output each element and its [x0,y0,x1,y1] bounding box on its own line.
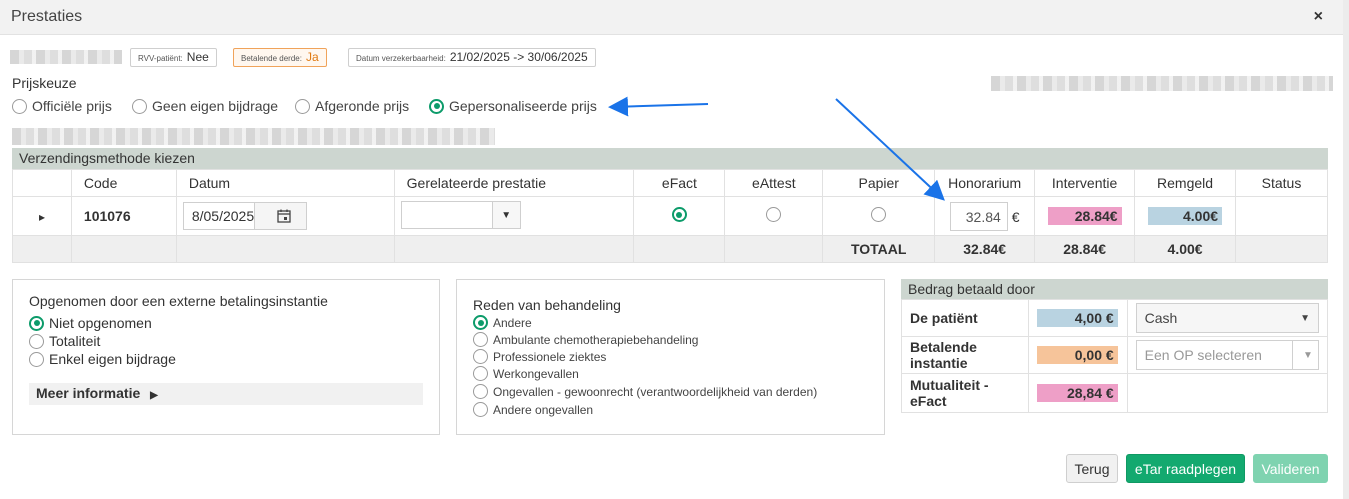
honorarium-input[interactable]: 32.84 [949,201,1008,231]
radio-andere[interactable]: Andere [473,315,532,330]
radio-ongevallen-gewoonrecht[interactable]: Ongevallen - gewoonrecht (verantwoordeli… [473,384,817,399]
terug-button[interactable]: Terug [1066,454,1118,483]
col-gerelateerde: Gerelateerde prestatie [393,169,635,197]
radio-eattest[interactable] [766,207,782,222]
radio-icon[interactable] [29,351,44,367]
radio-icon[interactable] [473,384,488,399]
col-interventie: Interventie [1034,169,1136,197]
arrow-to-gepersonaliseerde [608,96,709,117]
bedrag-row-mutualiteit: Mutualiteit - eFact 28,84 € [901,373,1329,413]
chevron-down-icon[interactable]: ▼ [1300,313,1310,324]
row-status [1235,196,1328,236]
close-icon[interactable]: × [1314,8,1323,26]
dialog-titlebar: Prestaties × [0,0,1343,35]
totaal-honorarium: 32.84€ [934,235,1036,263]
radio-geen-eigen-bijdrage[interactable]: Geen eigen bijdrage [132,98,278,114]
radio-niet-opgenomen[interactable]: Niet opgenomen [29,315,152,331]
chip-rvv-patient: RVV-patiënt: Nee [130,48,217,67]
radio-gepersonaliseerde-prijs[interactable]: Gepersonaliseerde prijs [429,98,597,114]
expand-row-icon[interactable]: ▸ [39,210,45,224]
totaal-label: TOTAAL [822,235,936,263]
chevron-down-icon[interactable]: ▼ [1292,341,1318,369]
col-status: Status [1235,169,1328,197]
radio-efact[interactable] [671,207,687,222]
col-code: Code [70,169,177,197]
col-expand [12,169,72,197]
scrollbar[interactable] [1343,0,1349,499]
redacted-info-right [991,76,1333,91]
bedrag-table: De patiënt 4,00 € Cash ▼ Betalende instan… [901,299,1329,413]
prijskeuze-label: Prijskeuze [12,75,77,91]
radio-officiele-prijs[interactable]: Officiële prijs [12,98,112,114]
bedrag-row-patient: De patiënt 4,00 € Cash ▼ [901,299,1329,337]
radio-icon[interactable] [473,402,488,417]
bedrag-label: De patiënt [901,299,1029,337]
opgenomen-title: Opgenomen door een externe betalingsinst… [29,293,328,309]
bedrag-amount: 28,84 € [1036,384,1118,402]
radio-icon[interactable] [473,366,488,381]
interventie-value: 28.84€ [1047,207,1122,225]
calendar-icon[interactable] [254,203,306,229]
remgeld-value: 4.00€ [1148,207,1223,225]
totaal-remgeld: 4.00€ [1134,235,1237,263]
col-honorarium: Honorarium [934,169,1036,197]
chip-betalende-derde: Betalende derde: Ja [233,48,327,67]
op-select[interactable]: Een OP selecteren ▼ [1135,340,1319,370]
valideren-button[interactable]: Valideren [1253,454,1328,483]
verzending-header: Verzendingsmethode kiezen [12,148,1328,169]
row-code: 101076 [70,196,177,236]
radio-werkongevallen[interactable]: Werkongevallen [473,366,579,381]
bedrag-header: Bedrag betaald door [901,279,1328,299]
table-row: ▸ 101076 8/05/2025 ▼ 32.84 € 28.84€ 4.00… [12,196,1328,236]
col-remgeld: Remgeld [1134,169,1237,197]
radio-icon[interactable] [295,98,310,114]
table-header-row: Code Datum Gerelateerde prestatie eFact … [12,169,1328,197]
redacted-info-line [12,128,495,145]
chevron-down-icon[interactable]: ▼ [491,202,520,228]
radio-papier[interactable] [871,207,887,222]
bedrag-label: Betalende instantie [901,336,1029,374]
currency-label: € [1011,208,1020,225]
prestaties-table: Code Datum Gerelateerde prestatie eFact … [12,169,1328,263]
radio-selected-icon[interactable] [429,98,444,114]
totaal-row: TOTAAL 32.84€ 28.84€ 4.00€ [12,235,1328,263]
col-papier: Papier [822,169,936,197]
radio-icon[interactable] [29,333,44,349]
col-datum: Datum [175,169,395,197]
datum-input[interactable]: 8/05/2025 [182,202,307,230]
radio-icon[interactable] [132,98,147,114]
redacted-patient-name [10,50,122,64]
radio-andere-ongevallen[interactable]: Andere ongevallen [473,402,593,417]
payment-method-select[interactable]: Cash ▼ [1135,303,1319,333]
gerelateerde-prestatie-select[interactable]: ▼ [400,201,521,229]
reden-panel: Reden van behandeling Andere Ambulante c… [456,279,885,435]
bedrag-amount: 0,00 € [1036,346,1118,364]
radio-professionele-ziektes[interactable]: Professionele ziektes [473,349,606,364]
etar-raadplegen-button[interactable]: eTar raadplegen [1126,454,1245,483]
bedrag-row-instantie: Betalende instantie 0,00 € Een OP select… [901,336,1329,374]
dialog-title: Prestaties [11,8,83,25]
radio-icon[interactable] [12,98,27,114]
radio-selected-icon[interactable] [473,315,488,330]
radio-totaliteit[interactable]: Totaliteit [29,333,100,349]
opgenomen-panel: Opgenomen door een externe betalingsinst… [12,279,440,435]
radio-ambulante[interactable]: Ambulante chemotherapiebehandeling [473,332,698,347]
meer-informatie-toggle[interactable]: Meer informatie ▶ [29,383,423,405]
radio-afgeronde-prijs[interactable]: Afgeronde prijs [295,98,409,114]
radio-icon[interactable] [473,349,488,364]
radio-enkel-eigen-bijdrage[interactable]: Enkel eigen bijdrage [29,351,176,367]
bedrag-label: Mutualiteit - eFact [901,373,1029,413]
radio-selected-icon[interactable] [29,315,44,331]
col-eattest: eAttest [724,169,824,197]
col-efact: eFact [633,169,726,197]
bedrag-amount: 4,00 € [1036,309,1118,327]
chip-datum-verzekerbaarheid: Datum verzekerbaarheid: 21/02/2025 -> 30/… [348,48,596,67]
radio-icon[interactable] [473,332,488,347]
totaal-interventie: 28.84€ [1034,235,1136,263]
reden-title: Reden van behandeling [473,297,621,313]
caret-right-icon: ▶ [150,390,158,401]
